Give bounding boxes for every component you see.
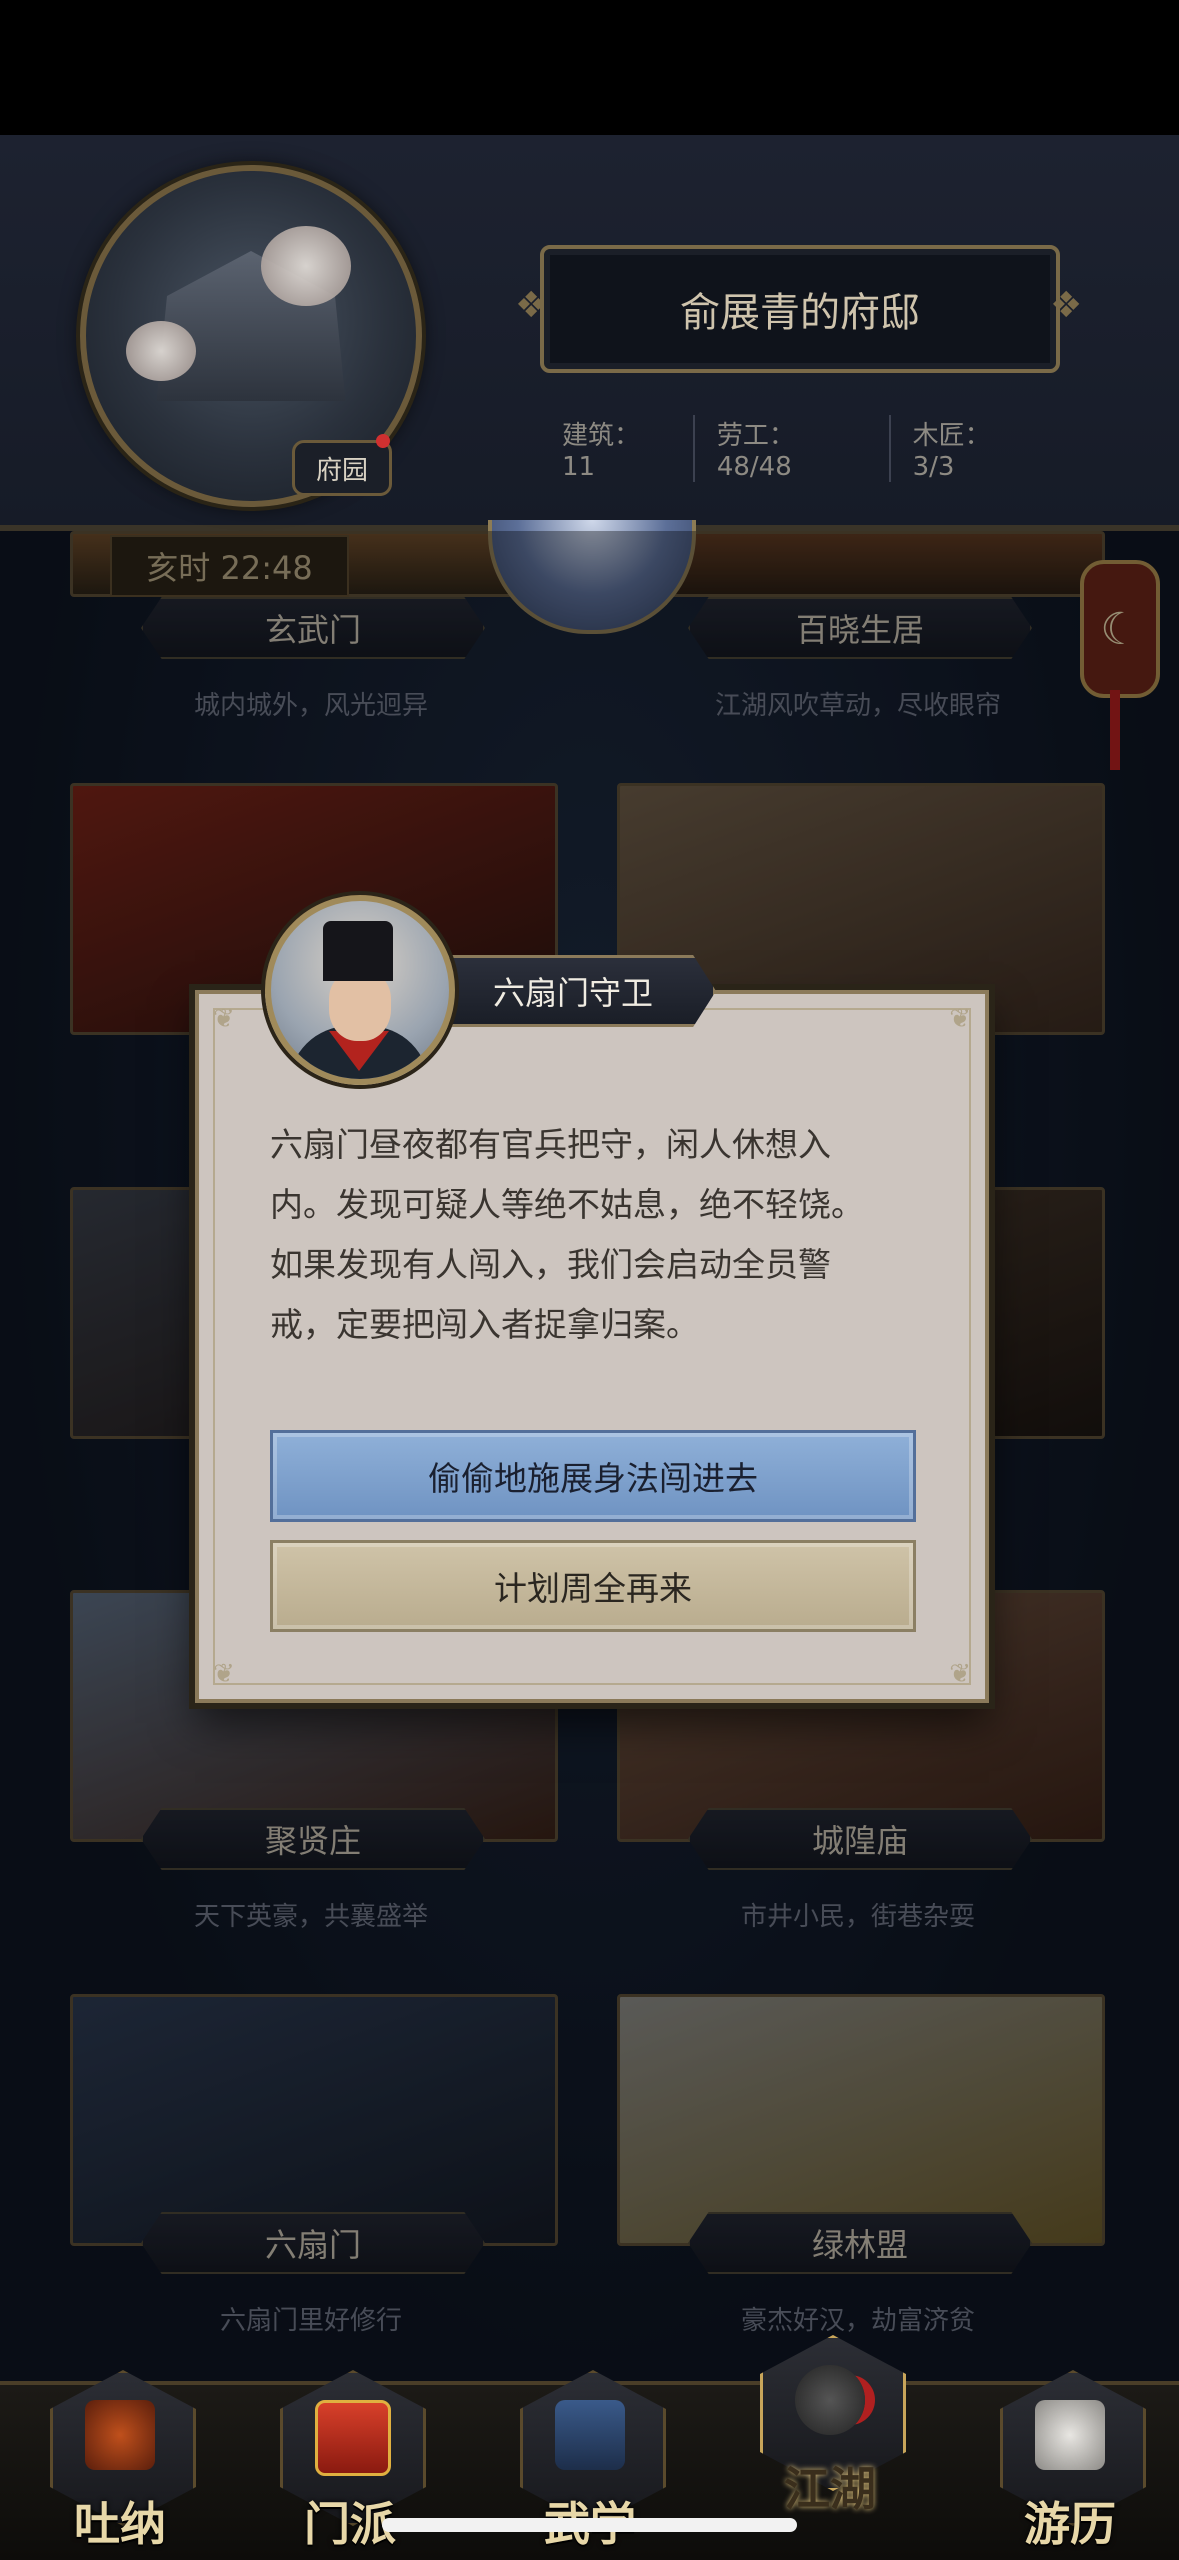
sneak-in-button[interactable]: 偷偷地施展身法闯进去 — [270, 1430, 916, 1522]
dialog-line: 内。发现可疑人等绝不姑息，绝不轻饶。 — [270, 1185, 864, 1224]
speaker-name: 六扇门守卫 — [430, 955, 716, 1027]
stat-buildings: 建筑：11 — [562, 421, 641, 482]
blossom-tree-image — [261, 226, 351, 306]
banner-icon — [315, 2400, 391, 2476]
stat-workers: 劳工：48/48 — [692, 415, 889, 482]
book-icon — [555, 2400, 625, 2470]
monk-icon — [85, 2400, 155, 2470]
blossom-tree-image — [126, 321, 196, 381]
corner-ornament-icon: ❦ — [213, 1004, 235, 1034]
plan-later-button[interactable]: 计划周全再来 — [270, 1540, 916, 1632]
notification-dot — [376, 434, 390, 448]
dialog-line: 六扇门昼夜都有官兵把守，闲人休想入 — [270, 1125, 831, 1164]
nav-label: 江湖 — [784, 2462, 876, 2516]
estate-badge[interactable]: 府园 — [292, 440, 392, 496]
dialog-message: 六扇门昼夜都有官兵把守，闲人休想入 内。发现可疑人等绝不姑息，绝不轻饶。 如果发… — [270, 1115, 910, 1355]
stat-carpenters: 木匠：3/3 — [888, 415, 1052, 482]
hat-icon — [795, 2365, 865, 2435]
nav-youli[interactable]: 游历 — [990, 2370, 1150, 2551]
home-indicator[interactable] — [382, 2518, 797, 2532]
ornament-right-icon: ❖ — [1050, 285, 1083, 326]
corner-ornament-icon: ❦ — [213, 1659, 235, 1689]
nav-tuna[interactable]: 吐纳 — [40, 2370, 200, 2551]
horse-icon — [1035, 2400, 1105, 2470]
status-bar — [0, 0, 1179, 135]
nav-label: 吐纳 — [74, 2497, 166, 2551]
corner-ornament-icon: ❦ — [949, 1004, 971, 1034]
corner-ornament-icon: ❦ — [949, 1659, 971, 1689]
nav-jianghu[interactable]: 江湖 — [750, 2335, 910, 2516]
estate-stats: 建筑：11 劳工：48/48 木匠：3/3 — [540, 415, 1052, 482]
nav-label: 游历 — [1024, 2497, 1116, 2551]
dialog-line: 戒，定要把闯入者捉拿归案。 — [270, 1305, 699, 1344]
estate-title: 俞展青的府邸 — [540, 245, 1060, 373]
dialog-line: 如果发现有人闯入，我们会启动全员警 — [270, 1245, 831, 1284]
guard-avatar — [265, 895, 455, 1085]
